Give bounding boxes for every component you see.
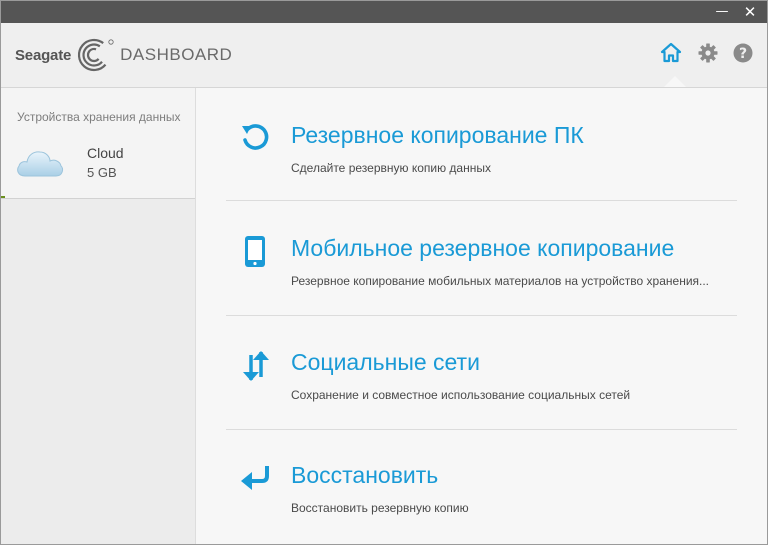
action-title: Восстановить: [291, 462, 439, 488]
cloud-icon: [15, 146, 65, 180]
svg-text:?: ?: [739, 46, 747, 62]
action-social-networks[interactable]: Социальные сети Сохранение и совместное …: [226, 349, 738, 409]
action-description: Восстановить резервную копию: [291, 501, 469, 515]
divider: [226, 200, 737, 201]
seagate-logo-icon: [76, 37, 116, 73]
restore-arrow-icon: [238, 462, 272, 496]
action-description: Сделайте резервную копию данных: [291, 161, 491, 175]
seagate-dashboard-logo: Seagate DASHBOARD: [15, 35, 232, 75]
device-item-cloud[interactable]: Cloud 5 GB: [1, 138, 195, 188]
divider: [226, 429, 737, 430]
help-icon[interactable]: ?: [732, 42, 754, 64]
dashboard-window: — ✕ Seagate DASHBOARD ? Устройства хране…: [0, 0, 768, 545]
backup-refresh-icon: [238, 122, 272, 156]
action-description: Сохранение и совместное использование со…: [291, 388, 631, 402]
title-bar[interactable]: — ✕: [1, 1, 767, 23]
divider: [226, 315, 737, 316]
logo-product-text: DASHBOARD: [120, 45, 233, 64]
app-header: Seagate DASHBOARD ?: [1, 23, 767, 88]
mobile-phone-icon: [238, 235, 272, 269]
sync-arrows-icon: [238, 349, 272, 383]
action-description: Резервное копирование мобильных материал…: [291, 274, 710, 288]
close-button[interactable]: ✕: [737, 1, 763, 23]
device-name: Cloud: [87, 145, 124, 161]
sidebar: Устройства хранения данных Cloud 5 GB: [1, 88, 196, 544]
gear-icon[interactable]: [697, 42, 719, 64]
home-icon[interactable]: [660, 42, 682, 64]
storage-devices-panel: Устройства хранения данных Cloud 5 GB: [1, 88, 195, 199]
action-mobile-backup[interactable]: Мобильное резервное копирование Резервно…: [226, 235, 738, 295]
action-pc-backup[interactable]: Резервное копирование ПК Сделайте резерв…: [226, 122, 738, 182]
sidebar-marker: [1, 196, 5, 198]
minimize-button[interactable]: —: [709, 1, 735, 23]
action-title: Социальные сети: [291, 349, 480, 375]
active-tab-pointer: [664, 76, 686, 87]
main-actions-panel: Резервное копирование ПК Сделайте резерв…: [196, 88, 767, 544]
action-title: Резервное копирование ПК: [291, 122, 584, 148]
storage-devices-heading: Устройства хранения данных: [17, 110, 181, 124]
device-size: 5 GB: [87, 165, 117, 180]
action-title: Мобильное резервное копирование: [291, 235, 675, 261]
logo-brand-text: Seagate: [15, 46, 72, 64]
action-restore[interactable]: Восстановить Восстановить резервную копи…: [226, 462, 738, 522]
